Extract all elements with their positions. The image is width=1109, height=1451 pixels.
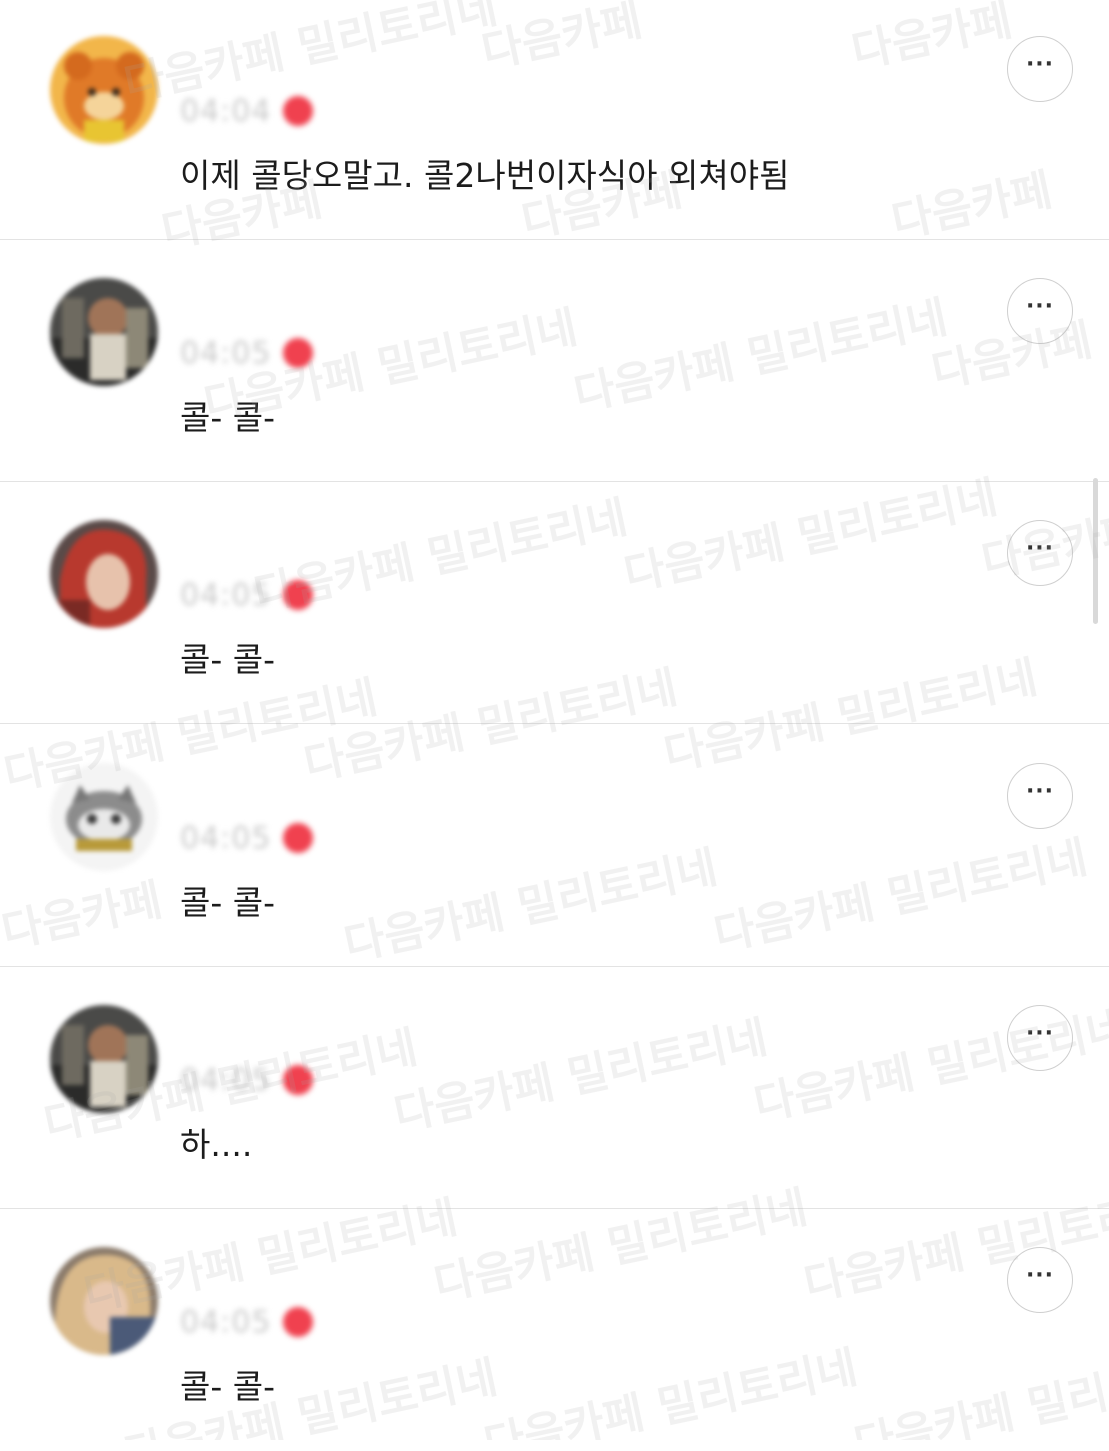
ellipsis-icon: ··· <box>1025 1263 1055 1288</box>
comment-meta: 04:05 <box>180 820 314 856</box>
avatar[interactable] <box>50 1247 158 1355</box>
avatar[interactable] <box>50 278 158 386</box>
comment-meta: 04:05 <box>180 335 314 371</box>
comment-meta: 04:05 <box>180 577 314 613</box>
comment-item: 04:05 콜- 콜- ··· <box>0 725 1109 967</box>
ellipsis-icon: ··· <box>1025 294 1055 319</box>
more-options-button[interactable]: ··· <box>1007 278 1073 344</box>
comment-list: 04:04 이제 콜당오말고. 콜2나번이자식아 외쳐야됨 ··· 04:05 … <box>0 0 1109 1440</box>
more-options-button[interactable]: ··· <box>1007 763 1073 829</box>
comment-time: 04:05 <box>180 577 272 613</box>
person-avatar-icon <box>50 520 158 628</box>
comment-time: 04:04 <box>180 93 272 129</box>
more-options-button[interactable]: ··· <box>1007 1247 1073 1313</box>
comment-text: 콜- 콜- <box>180 1367 276 1406</box>
avatar[interactable] <box>50 763 158 871</box>
comment-text: 콜- 콜- <box>180 640 276 679</box>
person-avatar-icon <box>50 1005 158 1113</box>
comment-meta: 04:05 <box>180 1062 314 1098</box>
comment-text: 이제 콜당오말고. 콜2나번이자식아 외쳐야됨 <box>180 156 790 195</box>
comment-meta: 04:05 <box>180 1304 314 1340</box>
comment-time: 04:05 <box>180 1304 272 1340</box>
comment-time: 04:05 <box>180 1062 272 1098</box>
new-badge-icon <box>283 338 314 368</box>
ellipsis-icon: ··· <box>1025 779 1055 804</box>
person-avatar-icon <box>50 278 158 386</box>
cat-sticker-avatar-icon <box>50 763 158 871</box>
new-badge-icon <box>283 1065 314 1095</box>
comment-time: 04:05 <box>180 335 272 371</box>
comment-text: 콜- 콜- <box>180 398 276 437</box>
comment-text: 콜- 콜- <box>180 883 276 922</box>
ellipsis-icon: ··· <box>1025 1021 1055 1046</box>
new-badge-icon <box>283 1307 314 1337</box>
comment-item: 04:05 콜- 콜- ··· <box>0 482 1109 724</box>
scrollbar[interactable] <box>1093 478 1098 624</box>
more-options-button[interactable]: ··· <box>1007 1005 1073 1071</box>
comment-item: 04:05 하.... ··· <box>0 967 1109 1209</box>
ellipsis-icon: ··· <box>1025 52 1055 77</box>
new-badge-icon <box>283 580 314 610</box>
comment-item: 04:05 콜- 콜- ··· <box>0 240 1109 482</box>
comment-time: 04:05 <box>180 820 272 856</box>
comment-item: 04:04 이제 콜당오말고. 콜2나번이자식아 외쳐야됨 ··· <box>0 0 1109 240</box>
divider <box>0 723 1109 724</box>
new-badge-icon <box>283 96 314 126</box>
avatar[interactable] <box>50 520 158 628</box>
comment-meta: 04:04 <box>180 93 314 129</box>
more-options-button[interactable]: ··· <box>1007 36 1073 102</box>
new-badge-icon <box>283 823 314 853</box>
avatar[interactable] <box>50 36 158 144</box>
avatar[interactable] <box>50 1005 158 1113</box>
orange-bear-avatar-icon <box>50 36 158 144</box>
ellipsis-icon: ··· <box>1025 536 1055 561</box>
comment-text: 하.... <box>180 1125 253 1164</box>
person-avatar-icon <box>50 1247 158 1355</box>
more-options-button[interactable]: ··· <box>1007 520 1073 586</box>
comment-item: 04:05 콜- 콜- ··· <box>0 1209 1109 1451</box>
